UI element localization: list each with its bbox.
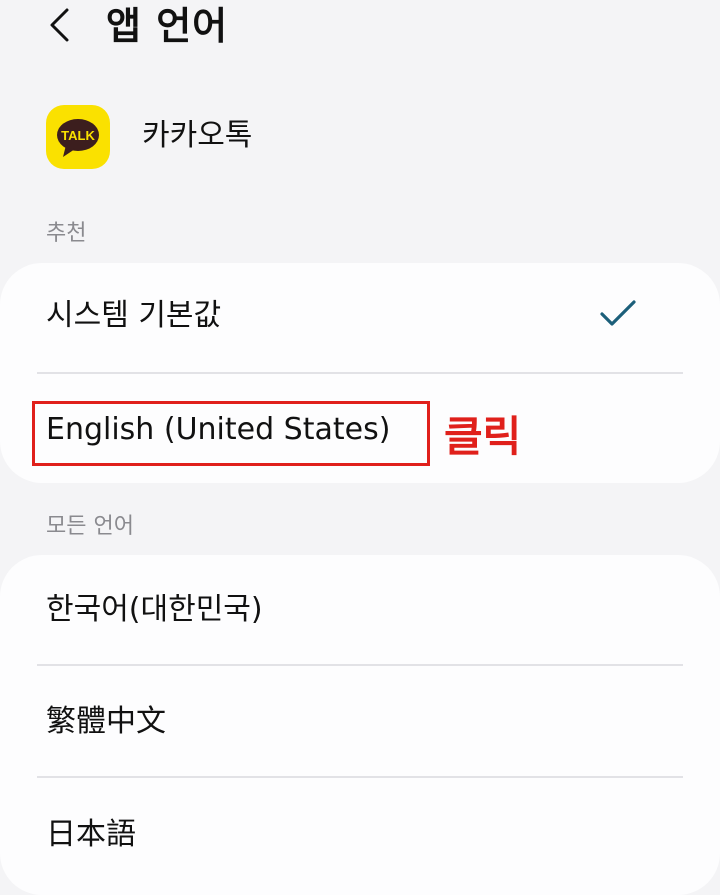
language-item-japanese[interactable]: 日本語 [0, 778, 720, 895]
chevron-left-icon [50, 8, 69, 42]
language-item-traditional-chinese[interactable]: 繁體中文 [0, 666, 720, 777]
section-label-all-languages: 모든 언어 [46, 514, 134, 539]
app-icon-label: TALK [61, 128, 95, 143]
app-name: 카카오톡 [142, 118, 253, 153]
language-item-label: 한국어(대한민국) [46, 592, 263, 627]
click-annotation: 클릭 [444, 412, 522, 461]
language-item-label: 繁體中文 [46, 704, 166, 739]
check-icon [600, 300, 636, 326]
page-title: 앱 언어 [106, 4, 229, 48]
highlight-box [32, 401, 430, 466]
language-item-label: 시스템 기본값 [46, 298, 222, 333]
talk-bubble-icon: TALK [57, 119, 99, 157]
language-item-label: 日本語 [46, 817, 136, 852]
language-item-system-default[interactable]: 시스템 기본값 [0, 263, 720, 373]
app-bar: 앱 언어 [0, 0, 720, 56]
section-label-suggested: 추천 [46, 221, 87, 246]
back-button[interactable] [40, 2, 84, 46]
language-item-korean[interactable]: 한국어(대한민국) [0, 555, 720, 665]
app-info-row: TALK 카카오톡 [0, 100, 720, 172]
kakaotalk-app-icon: TALK [46, 105, 110, 169]
all-languages-card: 한국어(대한민국) 繁體中文 日本語 [0, 555, 720, 895]
